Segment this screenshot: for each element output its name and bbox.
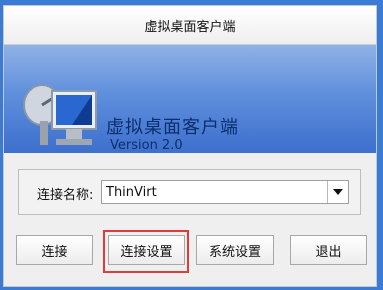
chevron-down-icon[interactable] [327, 181, 348, 203]
brand-title: 虚拟桌面客户端 [106, 117, 239, 138]
brand-version: Version 2.0 [110, 138, 183, 153]
window-title: 虚拟桌面客户端 [144, 19, 236, 35]
connection-settings-button[interactable]: 连接设置 [108, 235, 185, 265]
connection-select[interactable]: ThinVirt [101, 180, 349, 204]
satellite-monitor-icon [23, 84, 97, 145]
connection-select-value: ThinVirt [106, 184, 157, 200]
title-bar: 虚拟桌面客户端 [4, 6, 376, 45]
hero-banner: 虚拟桌面客户端 Version 2.0 [4, 45, 376, 153]
app-window: 虚拟桌面客户端 虚拟桌面客户端 Version 2.0 连接名称: ThinVi… [3, 5, 377, 287]
connection-label: 连接名称: [37, 188, 94, 203]
exit-button[interactable]: 退出 [290, 235, 367, 265]
connection-group: 连接名称: ThinVirt [18, 169, 361, 215]
connect-button[interactable]: 连接 [16, 235, 93, 265]
system-settings-button[interactable]: 系统设置 [196, 235, 274, 265]
